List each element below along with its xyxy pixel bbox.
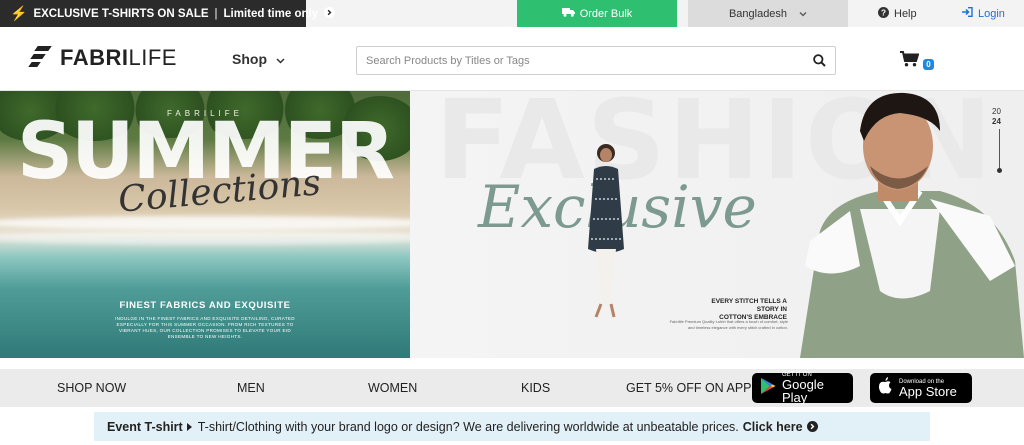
promo-cta[interactable]: Limited time only [224,8,319,20]
google-play-button[interactable]: GET IT ON Google Play [752,372,853,405]
apple-icon [878,377,893,399]
logo-mark-icon [28,45,52,71]
truck-icon [561,7,575,20]
nav-kids[interactable]: KIDS [521,369,550,407]
chevron-down-icon [799,8,807,20]
promo-text: EXCLUSIVE T-SHIRTS ON SALE [33,7,209,20]
nav-men[interactable]: MEN [237,369,265,407]
shop-menu[interactable]: Shop [232,51,285,67]
app-offer-text: GET 5% OFF ON APP [626,381,752,395]
nav-shop-now[interactable]: SHOP NOW [57,369,126,407]
country-selector[interactable]: Bangladesh [688,0,848,27]
cart-count-badge: 0 [923,59,934,70]
site-header: FABRILIFE Shop 0 [0,27,1024,91]
chevron-down-icon [276,51,285,67]
summer-collections-banner[interactable]: FABRILIFE SUMMER Collections FINEST FABR… [0,91,410,358]
caret-right-icon [186,420,192,434]
shop-label: Shop [232,51,267,67]
category-nav: SHOP NOW MEN WOMEN KIDS GET 5% OFF ON AP… [0,369,1024,407]
hero-small-copy: Fabrilife Premium Quality t-shirt that o… [669,319,788,330]
search-icon[interactable] [803,54,835,67]
svg-text:?: ? [881,8,886,17]
promo-banner[interactable]: ⚡ EXCLUSIVE T-SHIRTS ON SALE | Limited t… [0,0,336,27]
search-input[interactable] [366,54,803,67]
sign-in-icon [962,7,973,20]
order-bulk-button[interactable]: Order Bulk [517,0,677,27]
login-link[interactable]: Login [962,0,1005,27]
promo-separator: | [214,7,218,20]
event-label: Event T-shirt [107,419,183,434]
login-label: Login [978,7,1005,20]
country-label: Bangladesh [728,7,788,20]
event-text: T-shirt/Clothing with your brand logo or… [197,419,739,434]
man-model-image [800,92,1024,358]
hero-body-text: INDULGE IN THE FINEST FABRICS AND EXQUIS… [115,316,295,339]
question-circle-icon: ? [878,6,889,21]
lightning-icon: ⚡ [10,5,28,21]
app-store-label: App Store [899,383,957,399]
nav-women[interactable]: WOMEN [368,369,417,407]
help-label: Help [894,7,917,20]
exclusive-fashion-banner[interactable]: FASHION Exclusive 2024 EVERY STITCH TELL… [410,91,1024,358]
cart-button[interactable]: 0 [900,51,934,72]
hero-banner[interactable]: FABRILIFE SUMMER Collections FINEST FABR… [0,91,1024,358]
help-link[interactable]: ? Help [878,0,917,27]
logo-text: FABRILIFE [60,45,177,70]
app-store-button[interactable]: Download on the App Store [870,373,972,403]
brand-logo[interactable]: FABRILIFE [28,45,177,71]
arrow-circle-icon[interactable] [806,421,818,432]
arrow-circle-icon [324,6,336,21]
google-play-label: Google Play [782,377,824,405]
search-bar [356,46,836,75]
hero-subheading: FINEST FABRICS AND EXQUISITE [119,300,291,311]
cart-icon [900,51,920,71]
event-cta[interactable]: Click here [743,420,803,434]
event-tshirt-banner[interactable]: Event T-shirt T-shirt/Clothing with your… [94,412,930,441]
woman-model-image [588,144,624,318]
google-play-icon [760,377,776,400]
order-bulk-label: Order Bulk [579,7,633,20]
